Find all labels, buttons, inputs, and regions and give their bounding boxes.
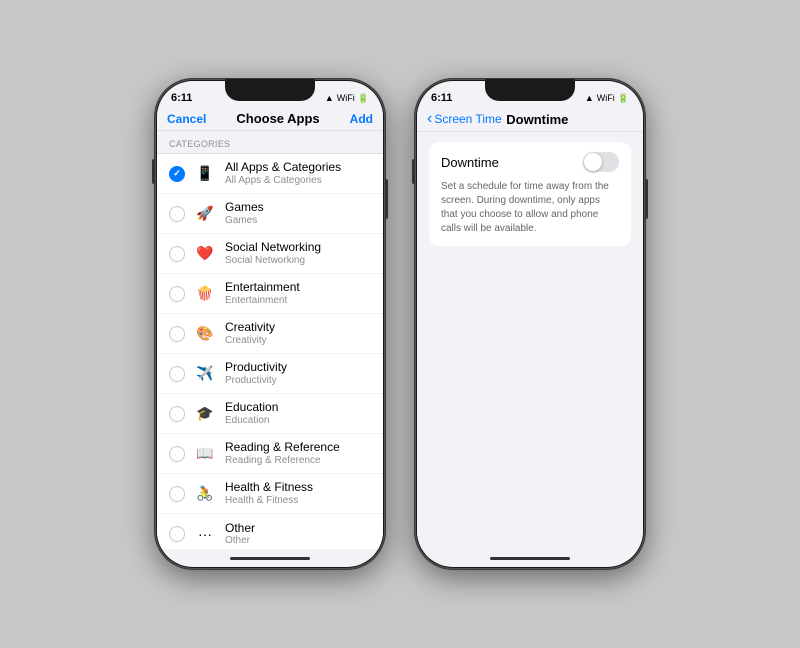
icon-games: 🚀 xyxy=(193,202,217,226)
right-home-indicator xyxy=(417,549,643,567)
checkbox-social xyxy=(169,246,185,262)
checkbox-health xyxy=(169,486,185,502)
notch-right xyxy=(485,79,575,101)
signal-icon: ▲ xyxy=(325,93,334,103)
icon-entertainment: 🍿 xyxy=(193,282,217,306)
right-nav-bar: Screen Time Downtime xyxy=(417,109,643,132)
icon-social: ❤️ xyxy=(193,242,217,266)
battery-icon: 🔋 xyxy=(358,93,369,104)
list-item-social[interactable]: ❤️ Social NetworkingSocial Networking xyxy=(157,234,383,274)
item-name-reading: Reading & Reference xyxy=(225,440,371,454)
item-sub-health: Health & Fitness xyxy=(225,495,371,507)
checkbox-creativity xyxy=(169,326,185,342)
item-name-entertainment: Entertainment xyxy=(225,280,371,294)
right-status-time: 6:11 xyxy=(431,92,452,104)
checkbox-all xyxy=(169,166,185,182)
categories-list: 📱 All Apps & CategoriesAll Apps & Categor… xyxy=(157,153,383,549)
downtime-screen-content: Downtime Set a schedule for time away fr… xyxy=(417,132,643,549)
item-name-all: All Apps & Categories xyxy=(225,160,371,174)
icon-education: 🎓 xyxy=(193,402,217,426)
home-bar xyxy=(230,557,310,560)
right-page-title: Downtime xyxy=(506,112,568,127)
list-item-productivity[interactable]: ✈️ ProductivityProductivity xyxy=(157,354,383,394)
list-item-entertainment[interactable]: 🍿 EntertainmentEntertainment xyxy=(157,274,383,314)
item-name-creativity: Creativity xyxy=(225,320,371,334)
add-button[interactable]: Add xyxy=(350,112,373,126)
item-sub-education: Education xyxy=(225,415,371,427)
right-phone-screen: 6:11 ▲ WiFi 🔋 Screen Time Downtime xyxy=(417,81,643,567)
item-name-education: Education xyxy=(225,400,371,414)
list-item-games[interactable]: 🚀 GamesGames xyxy=(157,194,383,234)
right-status-icons: ▲ WiFi 🔋 xyxy=(585,93,629,104)
downtime-title: Downtime xyxy=(441,155,499,170)
downtime-toggle[interactable] xyxy=(583,152,619,172)
list-item-all[interactable]: 📱 All Apps & CategoriesAll Apps & Categor… xyxy=(157,154,383,194)
right-signal-icon: ▲ xyxy=(585,93,594,103)
list-item-education[interactable]: 🎓 EducationEducation xyxy=(157,394,383,434)
icon-productivity: ✈️ xyxy=(193,362,217,386)
checkbox-games xyxy=(169,206,185,222)
icon-creativity: 🎨 xyxy=(193,322,217,346)
right-phone: 6:11 ▲ WiFi 🔋 Screen Time Downtime xyxy=(415,79,645,569)
item-name-other: Other xyxy=(225,521,371,535)
list-item-health[interactable]: 🚴 Health & FitnessHealth & Fitness xyxy=(157,474,383,514)
item-name-social: Social Networking xyxy=(225,240,371,254)
checkbox-entertainment xyxy=(169,286,185,302)
section-header: CATEGORIES xyxy=(157,131,383,153)
screen-time-back-button[interactable]: Screen Time xyxy=(427,111,502,127)
item-sub-social: Social Networking xyxy=(225,255,371,267)
icon-other: ··· xyxy=(193,522,217,546)
notch xyxy=(225,79,315,101)
status-time: 6:11 xyxy=(171,92,192,104)
item-sub-all: All Apps & Categories xyxy=(225,175,371,187)
left-phone: 6:11 ▲ WiFi 🔋 Cancel Choose Apps Add CAT… xyxy=(155,79,385,569)
icon-all: 📱 xyxy=(193,162,217,186)
left-phone-screen: 6:11 ▲ WiFi 🔋 Cancel Choose Apps Add CAT… xyxy=(157,81,383,567)
item-name-health: Health & Fitness xyxy=(225,480,371,494)
downtime-card: Downtime Set a schedule for time away fr… xyxy=(429,142,631,246)
toggle-knob xyxy=(584,153,602,171)
screen-content: CATEGORIES 📱 All Apps & CategoriesAll App… xyxy=(157,131,383,549)
page-title: Choose Apps xyxy=(236,111,319,126)
checkbox-productivity xyxy=(169,366,185,382)
right-battery-icon: 🔋 xyxy=(618,93,629,104)
cancel-button[interactable]: Cancel xyxy=(167,112,206,126)
downtime-row: Downtime xyxy=(441,152,619,172)
checkbox-reading xyxy=(169,446,185,462)
list-item-reading[interactable]: 📖 Reading & ReferenceReading & Reference xyxy=(157,434,383,474)
item-name-productivity: Productivity xyxy=(225,360,371,374)
item-sub-games: Games xyxy=(225,215,371,227)
checkbox-education xyxy=(169,406,185,422)
wifi-icon: WiFi xyxy=(337,93,355,103)
right-home-bar xyxy=(490,557,570,560)
nav-bar: Cancel Choose Apps Add xyxy=(157,109,383,131)
right-wifi-icon: WiFi xyxy=(597,93,615,103)
item-sub-entertainment: Entertainment xyxy=(225,295,371,307)
list-item-other[interactable]: ··· OtherOther xyxy=(157,514,383,549)
downtime-content-area: Downtime Set a schedule for time away fr… xyxy=(417,132,643,256)
status-icons: ▲ WiFi 🔋 xyxy=(325,93,369,104)
item-sub-productivity: Productivity xyxy=(225,375,371,387)
item-sub-other: Other xyxy=(225,535,371,547)
home-indicator xyxy=(157,549,383,567)
item-sub-reading: Reading & Reference xyxy=(225,455,371,467)
icon-reading: 📖 xyxy=(193,442,217,466)
checkbox-other xyxy=(169,526,185,542)
list-item-creativity[interactable]: 🎨 CreativityCreativity xyxy=(157,314,383,354)
item-sub-creativity: Creativity xyxy=(225,335,371,347)
downtime-description: Set a schedule for time away from the sc… xyxy=(441,180,619,236)
scene: 6:11 ▲ WiFi 🔋 Cancel Choose Apps Add CAT… xyxy=(0,0,800,648)
item-name-games: Games xyxy=(225,200,371,214)
icon-health: 🚴 xyxy=(193,482,217,506)
